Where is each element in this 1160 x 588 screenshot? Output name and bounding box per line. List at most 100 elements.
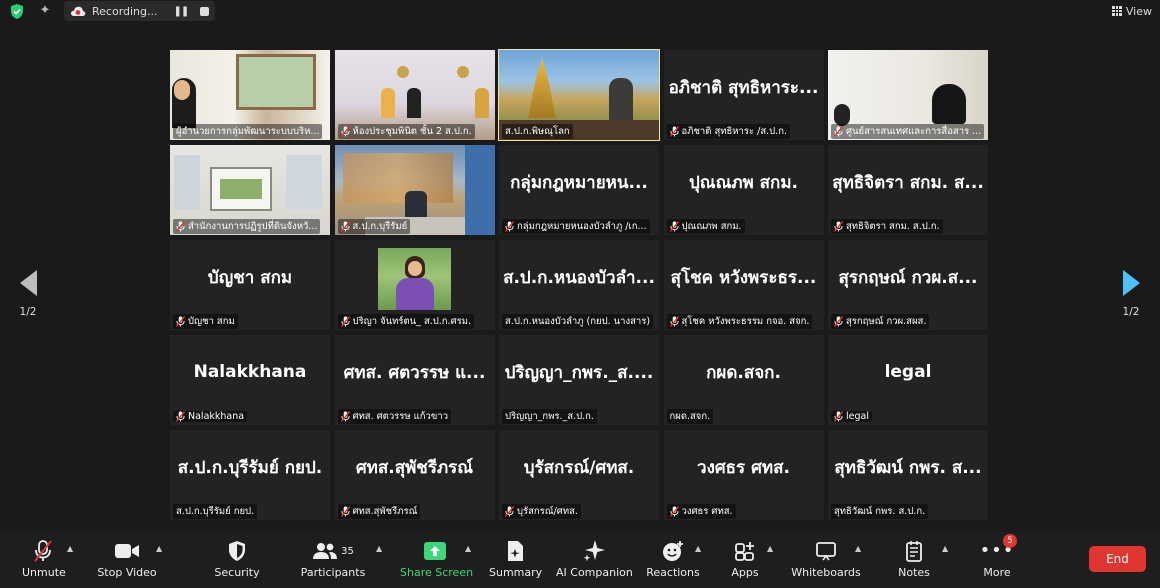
ai-companion-button[interactable]: AI Companion	[556, 538, 633, 579]
next-page-button[interactable]: 1/2	[1111, 270, 1151, 318]
participant-name-text: ส.ป.ก.บุรีรัมย์	[352, 220, 408, 232]
participant-name-text: Nalakkhana	[188, 410, 245, 422]
participant-name-label: ผู้อำนวยการกลุ่มพัฒนาระบบบริห...	[173, 123, 327, 139]
notes-options-caret-icon[interactable]: ▲	[942, 544, 948, 553]
participant-name-label: legal	[831, 409, 985, 423]
security-button[interactable]: Security	[214, 538, 260, 579]
ai-companion-label: AI Companion	[556, 566, 633, 579]
participants-label: Participants	[300, 566, 366, 579]
participant-tile[interactable]: ผู้อำนวยการกลุ่มพัฒนาระบบบริห...	[170, 50, 330, 140]
apps-icon	[735, 542, 754, 561]
participant-name-label: วงศธร ศทส.	[666, 503, 821, 519]
more-button[interactable]: ••• 5 More	[978, 534, 1017, 579]
end-meeting-button[interactable]: End	[1089, 546, 1146, 572]
participant-tile[interactable]: สำนักงานการปฏิรูปที่ดินจังหวั...	[170, 145, 330, 235]
participant-name-text: ส.ป.ก.พิษณุโลก	[505, 125, 570, 137]
mic-muted-icon	[340, 315, 350, 327]
participant-display-name: ส.ป.ก.บุรีรัมย์ กยป.	[177, 457, 323, 478]
participant-name-text: legal	[846, 410, 869, 422]
participants-button[interactable]: 35 Participants	[300, 538, 366, 579]
share-screen-button[interactable]: Share Screen	[400, 538, 474, 579]
summary-document-icon	[508, 541, 523, 561]
notes-button[interactable]: Notes	[894, 538, 934, 579]
ai-sparkle-icon	[583, 540, 605, 562]
unmute-button[interactable]: Unmute	[22, 538, 66, 579]
participant-tile[interactable]: ปริญญา_กพร._ส.... ปริญญา_กพร._ส.ป.ก.	[499, 335, 659, 425]
participant-name-label: สุโชค หวังพระธรรม กจอ. สจก.	[666, 313, 821, 329]
participant-tile[interactable]: ส.ป.ก.บุรีรัมย์ กยป. ส.ป.ก.บุรีรัมย์ กยป.	[170, 430, 330, 520]
sparkle-icon[interactable]: ✦	[36, 2, 54, 20]
participant-tile[interactable]: ศทส.สุพัชรีภรณ์ ศทส.สุพัชรีภรณ์	[334, 430, 495, 520]
reactions-options-caret-icon[interactable]: ▲	[695, 544, 701, 553]
mic-muted-icon	[340, 125, 350, 137]
apps-options-caret-icon[interactable]: ▲	[767, 544, 773, 553]
encryption-shield-icon[interactable]	[8, 2, 26, 20]
participant-tile[interactable]: ส.ป.ก.บุรีรัมย์	[334, 145, 495, 235]
participant-name-label: ส.ป.ก.หนองบัวลำภู (กยป. นางสาร)	[502, 313, 656, 329]
participant-name-text: ศทส.สุพัชรีภรณ์	[352, 505, 418, 517]
gallery-view: ผู้อำนวยการกลุ่มพัฒนาระบบบริห... ห้องประช…	[170, 49, 988, 520]
participant-tile[interactable]: ศทส. ศตวรรษ แ... ศทส. ศตวรรษ แก้วขาว	[334, 335, 495, 425]
mic-muted-icon	[834, 315, 843, 327]
participant-display-name: สุทธิจิตรา สกม. ส...	[832, 172, 984, 193]
participant-name-text: สุรกฤษณ์ กวผ.สผส.	[846, 315, 927, 327]
participant-tile[interactable]: legal legal	[828, 335, 988, 425]
participants-count: 35	[341, 545, 354, 557]
participant-name-text: กผด.สจก.	[669, 410, 711, 422]
previous-page-button[interactable]: 1/2	[8, 270, 48, 318]
participant-name-label: ศทส.สุพัชรีภรณ์	[337, 503, 492, 519]
apps-button[interactable]: Apps	[727, 538, 763, 579]
participant-display-name: กลุ่มกฎหมายหน...	[510, 172, 648, 193]
participant-name-text: ห้องประชุมพินิต ชั้น 2 ส.ป.ก.	[352, 125, 472, 137]
participant-display-name: บัญชา สกม	[207, 267, 293, 288]
participant-name-label: ศทส. ศตวรรษ แก้วขาว	[337, 408, 492, 424]
grid-view-icon	[1111, 6, 1122, 16]
participant-tile[interactable]: บัญชา สกม บัญชา สกม	[170, 240, 330, 330]
participant-tile[interactable]: วงศธร ศทส. วงศธร ศทส.	[663, 430, 824, 520]
share-screen-label: Share Screen	[400, 566, 474, 579]
participant-tile[interactable]: ปริญา จันทร์ตน_ ส.ป.ก.ศรม.	[334, 240, 495, 330]
reactions-button[interactable]: Reactions	[646, 538, 700, 579]
arrow-left-icon	[19, 270, 37, 296]
participant-tile[interactable]: อภิชาติ สุทธิหาระ... อภิชาติ สุทธิหาระ /ส…	[663, 50, 824, 140]
whiteboards-options-caret-icon[interactable]: ▲	[855, 544, 861, 553]
participant-tile[interactable]: กผด.สจก. กผด.สจก.	[663, 335, 824, 425]
participant-display-name: บุรัสกรณ์/ศทส.	[523, 457, 635, 478]
stop-recording-icon[interactable]	[200, 6, 210, 16]
participant-tile[interactable]: บุรัสกรณ์/ศทส. บุรัสกรณ์/ศทส.	[499, 430, 659, 520]
participant-name-label: ปริญา จันทร์ตน_ ส.ป.ก.ศรม.	[337, 313, 492, 329]
participant-tile[interactable]: ปุณณภพ สกม. ปุณณภพ สกม.	[663, 145, 824, 235]
participant-display-name: สุโชค หวังพระธร...	[670, 267, 817, 288]
whiteboards-button[interactable]: Whiteboards	[790, 538, 862, 579]
participant-display-name: วงศธร ศทส.	[697, 457, 790, 478]
video-options-caret-icon[interactable]: ▲	[156, 544, 162, 553]
participant-display-name: Nalakkhana	[193, 362, 307, 382]
video-camera-icon	[115, 544, 139, 558]
share-options-caret-icon[interactable]: ▲	[465, 544, 471, 553]
participant-name-text: สุทธิจิตรา สกม. ส.ป.ก.	[846, 220, 940, 232]
summary-button[interactable]: Summary	[489, 538, 542, 579]
participant-tile[interactable]: ส.ป.ก.หนองบัวลำ... ส.ป.ก.หนองบัวลำภู (กยป…	[499, 240, 659, 330]
pause-recording-icon[interactable]: ❚❚	[174, 6, 190, 17]
participant-tile[interactable]: สุรกฤษณ์ กวผ.ส... สุรกฤษณ์ กวผ.สผส.	[828, 240, 988, 330]
view-button[interactable]: View	[1111, 2, 1152, 20]
participant-tile[interactable]: Nalakkhana Nalakkhana	[170, 335, 330, 425]
participant-name-label: ส.ป.ก.บุรีรัมย์ กยป.	[173, 503, 327, 519]
mic-muted-icon	[834, 220, 843, 232]
whiteboards-label: Whiteboards	[791, 566, 861, 579]
participant-name-text: ปริญา จันทร์ตน_ ส.ป.ก.ศรม.	[352, 315, 472, 327]
stop-video-label: Stop Video	[97, 566, 157, 579]
participant-tile[interactable]: ห้องประชุมพินิต ชั้น 2 ส.ป.ก.	[334, 50, 495, 140]
arrow-right-icon	[1122, 270, 1140, 296]
participant-tile[interactable]: ศูนย์สารสนเทศและการสื่อสาร ...	[828, 50, 988, 140]
participant-tile[interactable]: กลุ่มกฎหมายหน... กลุ่มกฎหมายหนองบัวลำภู /…	[499, 145, 659, 235]
participant-tile[interactable]: สุโชค หวังพระธร... สุโชค หวังพระธรรม กจอ.…	[663, 240, 824, 330]
participant-tile[interactable]: สุทธิจิตรา สกม. ส... สุทธิจิตรา สกม. ส.ป.…	[828, 145, 988, 235]
audio-options-caret-icon[interactable]: ▲	[67, 544, 73, 553]
participant-tile[interactable]: สุทธิวัฒน์ กพร. ส... สุทธิวัฒน์ กพร. ส.ป.…	[828, 430, 988, 520]
top-bar: ✦ Recording... ❚❚ View	[0, 0, 1160, 22]
share-screen-icon	[424, 542, 446, 560]
participant-tile[interactable]: ส.ป.ก.พิษณุโลก	[498, 49, 660, 141]
participants-options-caret-icon[interactable]: ▲	[376, 544, 382, 553]
stop-video-button[interactable]: Stop Video	[96, 538, 158, 579]
